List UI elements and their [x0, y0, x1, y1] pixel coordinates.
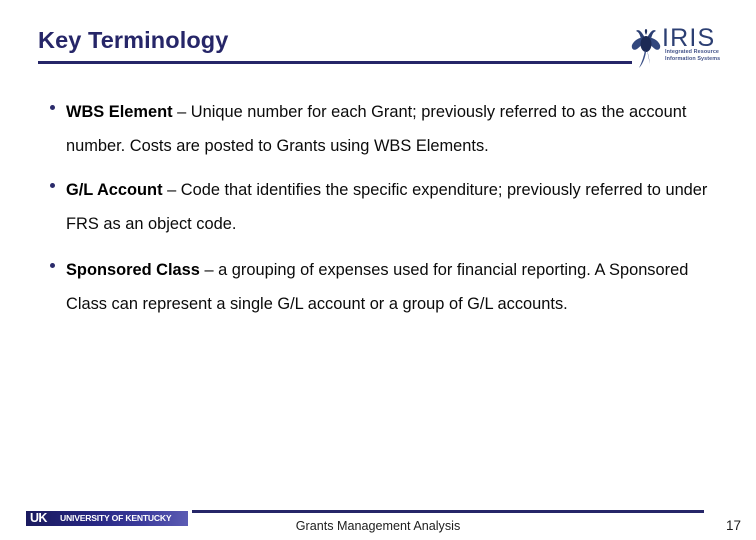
bullet-list: WBS Element – Unique number for each Gra…: [48, 96, 720, 396]
bullet-term: G/L Account: [66, 181, 163, 199]
bullet-dot-icon: [50, 105, 55, 110]
bullet-definition: – Code that identifies the specific expe…: [66, 181, 708, 233]
list-item: WBS Element – Unique number for each Gra…: [48, 96, 720, 163]
bullet-paragraph: G/L Account – Code that identifies the s…: [48, 174, 720, 241]
list-item: G/L Account – Code that identifies the s…: [48, 174, 720, 241]
iris-wordmark: IRIS: [662, 24, 716, 52]
iris-flower-icon: [631, 29, 661, 68]
iris-logo: IRIS Integrated Resource Information Sys…: [628, 26, 740, 70]
bullet-dot-icon: [50, 263, 55, 268]
title-underline-rule: [38, 61, 632, 64]
page-number: 17: [726, 518, 742, 533]
bullet-term: WBS Element: [66, 103, 173, 121]
bullet-dot-icon: [50, 183, 55, 188]
footer-title: Grants Management Analysis: [295, 519, 461, 533]
bullet-paragraph: WBS Element – Unique number for each Gra…: [48, 96, 720, 163]
page-title: Key Terminology: [38, 27, 229, 53]
slide-canvas: Key Terminology IRIS Integrated Resource…: [0, 0, 756, 540]
iris-tagline: Integrated Resource Information Systems: [665, 49, 745, 63]
bullet-paragraph: Sponsored Class – a grouping of expenses…: [48, 254, 720, 321]
list-item: Sponsored Class – a grouping of expenses…: [48, 254, 720, 321]
slide-footer: UK UNIVERSITY OF KENTUCKY Grants Managem…: [0, 500, 756, 540]
iris-tagline-line2: Information Systems: [665, 56, 721, 63]
iris-tagline-line1: Integrated Resource: [665, 49, 720, 55]
bullet-term: Sponsored Class: [66, 261, 200, 279]
footer-divider-rule: [192, 510, 704, 513]
